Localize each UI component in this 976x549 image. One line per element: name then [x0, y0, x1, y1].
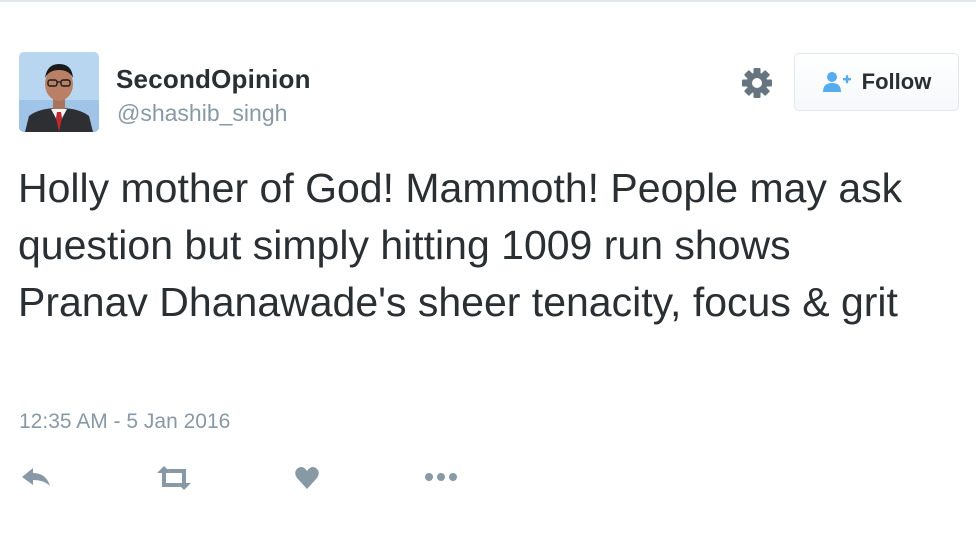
- heart-icon[interactable]: [294, 463, 320, 493]
- gear-icon[interactable]: [740, 66, 774, 100]
- follow-button-label: Follow: [861, 69, 932, 94]
- follow-button[interactable]: Follow: [794, 53, 959, 111]
- more-icon[interactable]: [422, 463, 460, 493]
- retweet-icon[interactable]: [155, 463, 193, 493]
- reply-icon[interactable]: [19, 463, 53, 493]
- tweet-text: Holly mother of God! Mammoth! People may…: [18, 165, 903, 325]
- user-handle[interactable]: @shashib_singh: [117, 100, 287, 127]
- add-user-icon: [822, 72, 851, 92]
- avatar-photo: [19, 52, 99, 132]
- tweet-card: SecondOpinion @shashib_singh Follow Holl…: [0, 0, 976, 549]
- top-divider: [0, 0, 976, 2]
- tweet-timestamp[interactable]: 12:35 AM - 5 Jan 2016: [19, 410, 230, 434]
- display-name[interactable]: SecondOpinion: [116, 64, 311, 95]
- avatar[interactable]: [19, 52, 99, 132]
